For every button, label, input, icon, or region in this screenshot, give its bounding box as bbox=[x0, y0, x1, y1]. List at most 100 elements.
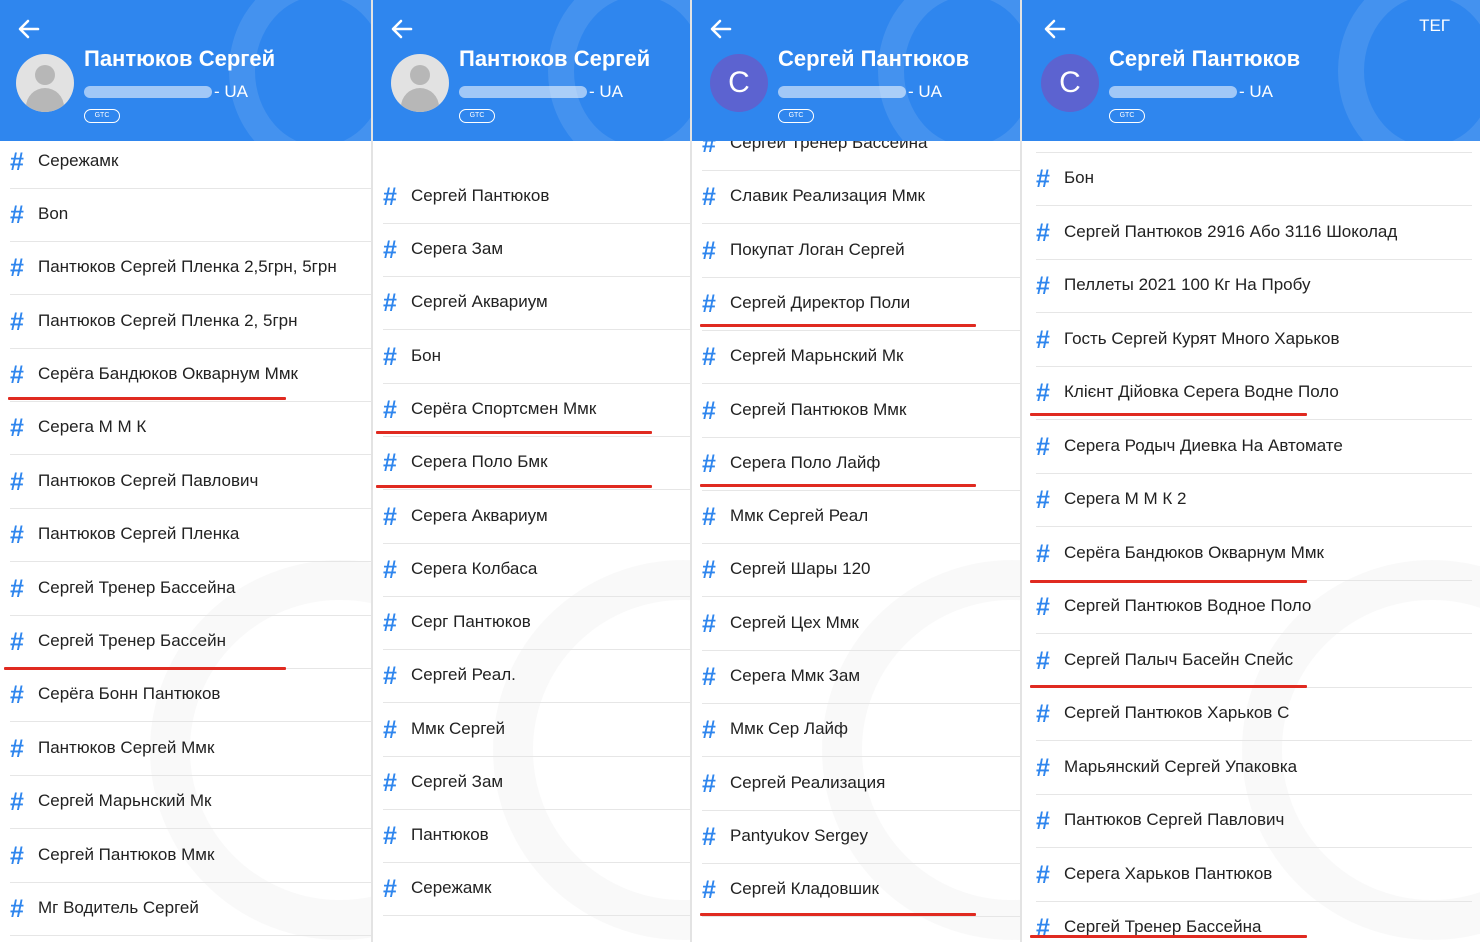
tag-item[interactable]: # Покупат Логан Сергей bbox=[702, 224, 1020, 278]
tag-item[interactable]: # Серега М М К bbox=[10, 401, 371, 455]
tag-item[interactable]: # Пантюков Сергей Павлович bbox=[10, 455, 371, 509]
tag-item[interactable]: # Сергей Кладовшик bbox=[702, 863, 1020, 917]
hash-icon: # bbox=[10, 254, 24, 282]
tag-label: Марьянский Сергей Упаковка bbox=[1064, 757, 1298, 776]
tag-item[interactable]: # Мг Водитель Сергей bbox=[10, 882, 371, 936]
tag-item[interactable]: # Серёга Бандюков Окварнум Ммк bbox=[10, 348, 371, 402]
tag-item[interactable]: # Сергей Марьнский Мк bbox=[10, 775, 371, 829]
tag-label: Бон bbox=[411, 346, 441, 365]
back-arrow-icon[interactable] bbox=[14, 14, 44, 44]
country-code: - UA bbox=[589, 82, 623, 101]
hash-icon: # bbox=[383, 396, 397, 424]
tag-item[interactable]: # Пантюков bbox=[383, 809, 690, 863]
tag-item[interactable]: # Гость Сергей Курят Много Харьков bbox=[1036, 313, 1472, 367]
tag-item[interactable]: # Ммк Сергей Реал bbox=[702, 490, 1020, 544]
tag-label: Сергей Аквариум bbox=[411, 292, 548, 311]
hash-icon: # bbox=[10, 468, 24, 496]
tag-item[interactable]: # Серг Пантюков bbox=[383, 596, 690, 650]
tag-item[interactable]: # Серёга Бандюков Окварнум Ммк bbox=[1036, 527, 1472, 581]
hash-icon: # bbox=[383, 289, 397, 317]
tag-label: Серега Поло Бмк bbox=[411, 452, 548, 471]
contact-header: С Сергей Пантюков - UA GTC bbox=[692, 0, 1020, 141]
tag-item[interactable]: # Серега Харьков Пантюков bbox=[1036, 848, 1472, 902]
hash-icon: # bbox=[702, 770, 716, 798]
tag-label: Славик Реализация Ммк bbox=[730, 186, 925, 205]
back-arrow-icon[interactable] bbox=[706, 14, 736, 44]
tag-item[interactable]: # Сергей Пантюков bbox=[383, 170, 690, 224]
tag-item[interactable]: # Серега Зам bbox=[383, 223, 690, 277]
tag-item[interactable]: # Пантюков Сергей Павлович bbox=[1036, 794, 1472, 848]
tag-item[interactable]: # Серега Аквариум bbox=[383, 490, 690, 544]
hash-icon: # bbox=[383, 716, 397, 744]
tag-item[interactable]: # Серёга Бонн Пантюков bbox=[10, 668, 371, 722]
tag-item[interactable]: # Ммк Сергей bbox=[383, 703, 690, 757]
tag-item[interactable]: # Сергей Палыч Басейн Спейс bbox=[1036, 634, 1472, 688]
tag-item[interactable]: # Сережамк bbox=[383, 862, 690, 916]
tag-item[interactable]: # Сергей Реал. bbox=[383, 649, 690, 703]
back-arrow-icon[interactable] bbox=[387, 14, 417, 44]
tag-label: Ммк Сер Лайф bbox=[730, 719, 849, 738]
tag-label: Сергей Пантюков Харьков С bbox=[1064, 703, 1290, 722]
tag-label: Пантюков Сергей Павлович bbox=[38, 471, 259, 490]
tag-item[interactable]: # Пантюков Сергей Пленка 2,5грн, 5грн bbox=[10, 241, 371, 295]
tag-label: Пантюков Сергей Ммк bbox=[38, 738, 215, 757]
tag-item[interactable]: # Серега Ммк Зам bbox=[702, 650, 1020, 704]
tag-item[interactable]: # Сергей Пантюков Водное Поло bbox=[1036, 580, 1472, 634]
tag-label: Пантюков Сергей Павлович bbox=[1064, 810, 1285, 829]
tag-item[interactable]: # Серёга Спортсмен Ммк bbox=[383, 383, 690, 437]
tag-item[interactable]: # Сергей Тренер Бассейна bbox=[10, 562, 371, 616]
tag-item[interactable]: # Бон bbox=[1036, 152, 1472, 206]
tag-label: Сергей Палыч Басейн Спейс bbox=[1064, 650, 1294, 669]
hash-icon: # bbox=[1036, 433, 1050, 461]
phone-number[interactable]: - UA bbox=[778, 82, 942, 102]
tag-item[interactable]: # Пантюков Сергей Ммк bbox=[10, 722, 371, 776]
tag-item[interactable]: # Сергей Аквариум bbox=[383, 276, 690, 330]
back-arrow-icon[interactable] bbox=[1040, 14, 1070, 44]
tag-item[interactable]: # Bon bbox=[10, 188, 371, 242]
tag-item[interactable]: # Сергей Цех Ммк bbox=[702, 597, 1020, 651]
tag-item[interactable]: # Сережамк bbox=[10, 135, 371, 189]
tag-action-button[interactable]: ТЕГ bbox=[1419, 16, 1450, 36]
tag-label: Бон bbox=[1064, 168, 1094, 187]
tag-item[interactable]: # Серега М М К 2 bbox=[1036, 473, 1472, 527]
tag-item[interactable]: # Pantyukov Sergey bbox=[702, 810, 1020, 864]
tag-item[interactable]: # Ммк Сер Лайф bbox=[702, 703, 1020, 757]
tag-label: Сергей Реализация bbox=[730, 773, 886, 792]
tag-label: Серёга Бандюков Окварнум Ммк bbox=[1064, 543, 1324, 562]
tag-item[interactable]: # Сергей Тренер Бассейн bbox=[10, 615, 371, 669]
tag-label: Сергей Пантюков Водное Поло bbox=[1064, 596, 1312, 615]
tag-item[interactable]: # Славик Реализация Ммк bbox=[702, 170, 1020, 224]
contact-panel-1: # Сережамк # Bon # Пантюков Сергей Пленка 2… bbox=[0, 0, 371, 942]
tag-item[interactable]: # Бон bbox=[383, 330, 690, 384]
tag-item[interactable]: # Пантюков Сергей Пленка bbox=[10, 508, 371, 562]
tag-label: Серега Ммк Зам bbox=[730, 666, 861, 685]
tag-item[interactable]: # Серега Колбаса bbox=[383, 543, 690, 597]
tag-item[interactable]: # Серега Поло Бмк bbox=[383, 436, 690, 490]
tag-label: Сергей Пантюков Ммк bbox=[38, 845, 215, 864]
tag-item[interactable]: # Клієнт Дійовка Серега Водне Поло bbox=[1036, 366, 1472, 420]
tag-item[interactable]: # Марьянский Сергей Упаковка bbox=[1036, 741, 1472, 795]
hash-icon: # bbox=[10, 735, 24, 763]
avatar bbox=[391, 54, 449, 112]
tag-item[interactable]: # Сергей Марьнский Мк bbox=[702, 330, 1020, 384]
tag-item[interactable]: # Серега Поло Лайф bbox=[702, 437, 1020, 491]
tag-item[interactable]: # Серега Родыч Диевка На Автомате bbox=[1036, 420, 1472, 474]
tag-item[interactable]: # Сергей Директор Поли bbox=[702, 277, 1020, 331]
highlight-underline bbox=[1030, 580, 1307, 583]
tag-item[interactable]: # Сергей Пантюков 2916 Або 3116 Шоколад bbox=[1036, 206, 1472, 260]
tag-item[interactable]: # Пеллеты 2021 100 Кг На Пробу bbox=[1036, 259, 1472, 313]
phone-number[interactable]: - UA bbox=[84, 82, 248, 102]
tag-item[interactable]: # Сергей Пантюков Ммк bbox=[10, 829, 371, 883]
redacted-number bbox=[84, 86, 212, 98]
tag-item[interactable]: # Сергей Пантюков Ммк bbox=[702, 384, 1020, 438]
phone-number[interactable]: - UA bbox=[1109, 82, 1273, 102]
tag-item[interactable]: # Сергей Зам bbox=[383, 756, 690, 810]
phone-number[interactable]: - UA bbox=[459, 82, 623, 102]
tag-item[interactable]: # Сергей Реализация bbox=[702, 757, 1020, 811]
tag-item[interactable]: # Сергей Шары 120 bbox=[702, 543, 1020, 597]
hash-icon: # bbox=[1036, 219, 1050, 247]
tag-label: Сергей Цех Ммк bbox=[730, 613, 859, 632]
tag-item[interactable]: # Сергей Пантюков Харьков С bbox=[1036, 687, 1472, 741]
tag-item[interactable]: # Пантюков Сергей Пленка 2, 5грн bbox=[10, 295, 371, 349]
contact-header: С Сергей Пантюков - UA GTC ТЕГ bbox=[1022, 0, 1480, 141]
